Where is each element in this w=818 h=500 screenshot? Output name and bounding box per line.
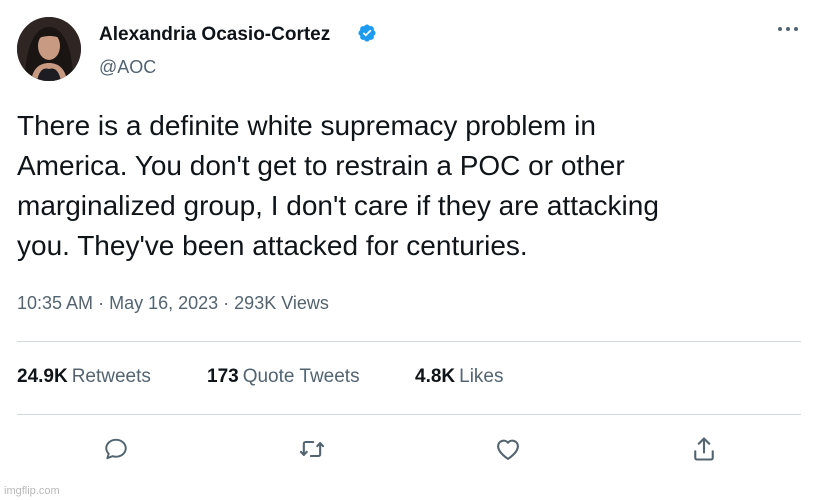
tweet-text-line: America. You don't get to restrain a POC… — [17, 150, 625, 181]
retweets-stat[interactable]: 24.9K Retweets — [17, 366, 151, 388]
tweet-text-line: you. They've been attacked for centuries… — [17, 230, 528, 261]
retweet-button[interactable] — [297, 434, 327, 464]
like-button[interactable] — [493, 434, 523, 464]
tweet-time[interactable]: 10:35 AM — [17, 293, 93, 313]
likes-stat[interactable]: 4.8K Likes — [415, 366, 504, 388]
tweet-text-line: There is a definite white supremacy prob… — [17, 110, 596, 141]
heart-icon — [497, 439, 519, 460]
likes-label: Likes — [459, 366, 504, 387]
reply-icon — [105, 438, 127, 460]
meta-separator: · — [98, 293, 110, 313]
quotes-stat[interactable]: 173 Quote Tweets — [207, 366, 360, 388]
tweet-text-line: marginalized group, I don't care if they… — [17, 190, 659, 221]
tweet-card: Alexandria Ocasio-Cortez @AOC There is a… — [0, 0, 818, 500]
retweets-count: 24.9K — [17, 366, 68, 387]
avatar-image — [17, 17, 81, 81]
author-handle[interactable]: @AOC — [99, 57, 156, 78]
verified-badge-icon — [358, 24, 376, 42]
tweet-date[interactable]: May 16, 2023 — [109, 293, 218, 313]
watermark: imgflip.com — [4, 485, 60, 497]
retweet-icon — [299, 440, 325, 458]
divider — [17, 341, 801, 342]
tweet-views[interactable]: 293K Views — [234, 293, 329, 313]
avatar[interactable] — [17, 17, 81, 81]
author-name[interactable]: Alexandria Ocasio-Cortez — [99, 24, 330, 46]
tweet-text: There is a definite white supremacy prob… — [17, 106, 807, 266]
retweets-label: Retweets — [71, 366, 151, 387]
more-options-icon[interactable] — [773, 18, 803, 40]
divider — [17, 414, 801, 415]
share-icon — [694, 437, 714, 461]
meta-separator: · — [223, 293, 235, 313]
quotes-label: Quote Tweets — [242, 366, 360, 387]
share-button[interactable] — [689, 434, 719, 464]
likes-count: 4.8K — [415, 366, 456, 387]
reply-button[interactable] — [101, 434, 131, 464]
quotes-count: 173 — [207, 366, 239, 387]
tweet-metadata: 10:35 AM · May 16, 2023 · 293K Views — [17, 293, 329, 314]
